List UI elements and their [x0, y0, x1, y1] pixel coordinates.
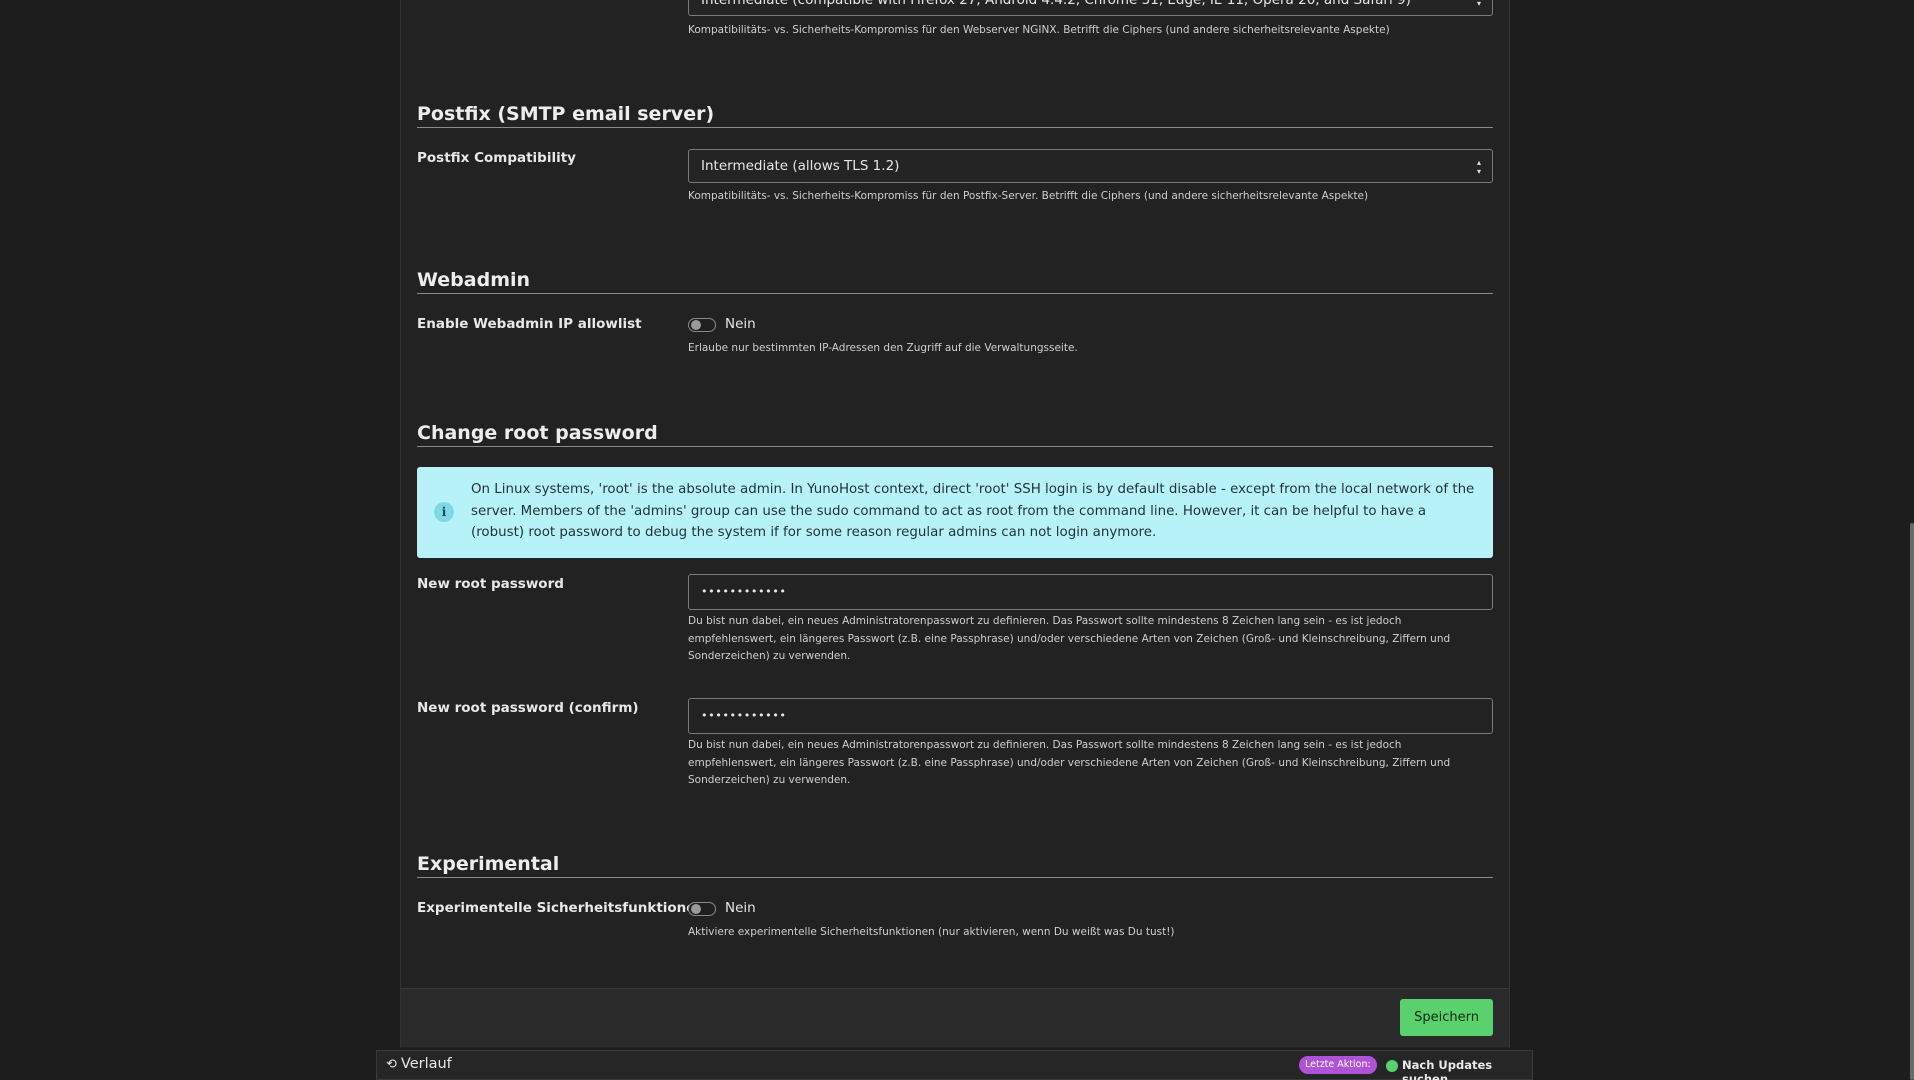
- section-divider: [417, 127, 1493, 128]
- select-caret-icon: ▴ ▾: [1476, 158, 1481, 176]
- confirm-root-password-help: Du bist nun dabei, ein neues Administrat…: [688, 739, 1451, 786]
- postfix-compatibility-label: Postfix Compatibility: [417, 150, 576, 166]
- confirm-root-password-input[interactable]: ••••••••••••: [688, 698, 1493, 734]
- section-title-root-password: Change root password: [417, 422, 658, 444]
- experimental-security-label: Experimentelle Sicherheitsfunktionen: [417, 900, 706, 916]
- section-divider: [417, 877, 1493, 878]
- new-root-password-label: New root password: [417, 576, 564, 592]
- postfix-compatibility-value: Intermediate (allows TLS 1.2): [701, 158, 900, 174]
- nginx-compatibility-select[interactable]: Intermediate (compatible with Firefox 27…: [688, 0, 1493, 16]
- history-toggle[interactable]: ⟲ Verlauf: [386, 1056, 452, 1072]
- webadmin-allowlist-state: Nein: [725, 316, 756, 332]
- webadmin-allowlist-toggle[interactable]: [688, 318, 716, 332]
- select-caret-icon: ▾: [1476, 0, 1481, 8]
- experimental-security-state: Nein: [725, 900, 756, 916]
- settings-page: Speichern Intermediate (compatible with …: [0, 0, 1914, 1080]
- section-divider: [417, 293, 1493, 294]
- webadmin-help-text: Erlaube nur bestimmten IP-Adressen den Z…: [688, 342, 1078, 354]
- history-bar: ⟲ Verlauf Letzte Aktion: Nach Updates suc…: [376, 1050, 1533, 1080]
- section-title-experimental: Experimental: [417, 853, 560, 875]
- history-icon: ⟲: [386, 1057, 397, 1072]
- new-root-password-input[interactable]: ••••••••••••: [688, 574, 1493, 610]
- root-password-info-text: On Linux systems, 'root' is the absolute…: [471, 482, 1475, 540]
- root-password-info-alert: i On Linux systems, 'root' is the absolu…: [417, 467, 1493, 558]
- new-root-password-help: Du bist nun dabei, ein neues Administrat…: [688, 615, 1451, 662]
- history-label: Verlauf: [400, 1056, 452, 1072]
- nginx-compatibility-value: Intermediate (compatible with Firefox 27…: [701, 0, 1411, 8]
- save-button[interactable]: Speichern: [1400, 999, 1493, 1036]
- section-title-postfix: Postfix (SMTP email server): [417, 103, 715, 125]
- info-icon: i: [434, 502, 454, 522]
- confirm-root-password-label: New root password (confirm): [417, 700, 639, 716]
- webadmin-allowlist-label: Enable Webadmin IP allowlist: [417, 316, 642, 332]
- experimental-security-toggle[interactable]: [688, 902, 716, 916]
- postfix-help-text: Kompatibilitäts- vs. Sicherheits-Komprom…: [688, 190, 1369, 202]
- status-success-icon: [1386, 1060, 1398, 1072]
- postfix-compatibility-select[interactable]: Intermediate (allows TLS 1.2) ▴ ▾: [688, 149, 1493, 183]
- nginx-help-text: Kompatibilitäts- vs. Sicherheits-Komprom…: [688, 24, 1390, 36]
- section-divider: [417, 446, 1493, 447]
- experimental-help-text: Aktiviere experimentelle Sicherheitsfunk…: [688, 926, 1175, 938]
- card-footer: Speichern: [401, 988, 1509, 1047]
- scrollbar-thumb[interactable]: [1910, 523, 1914, 1080]
- toggle-knob: [691, 904, 701, 914]
- last-action-text[interactable]: Nach Updates suchen: [1402, 1058, 1532, 1080]
- toggle-knob: [691, 320, 701, 330]
- section-title-webadmin: Webadmin: [417, 269, 531, 291]
- last-action-badge: Letzte Aktion:: [1299, 1056, 1377, 1074]
